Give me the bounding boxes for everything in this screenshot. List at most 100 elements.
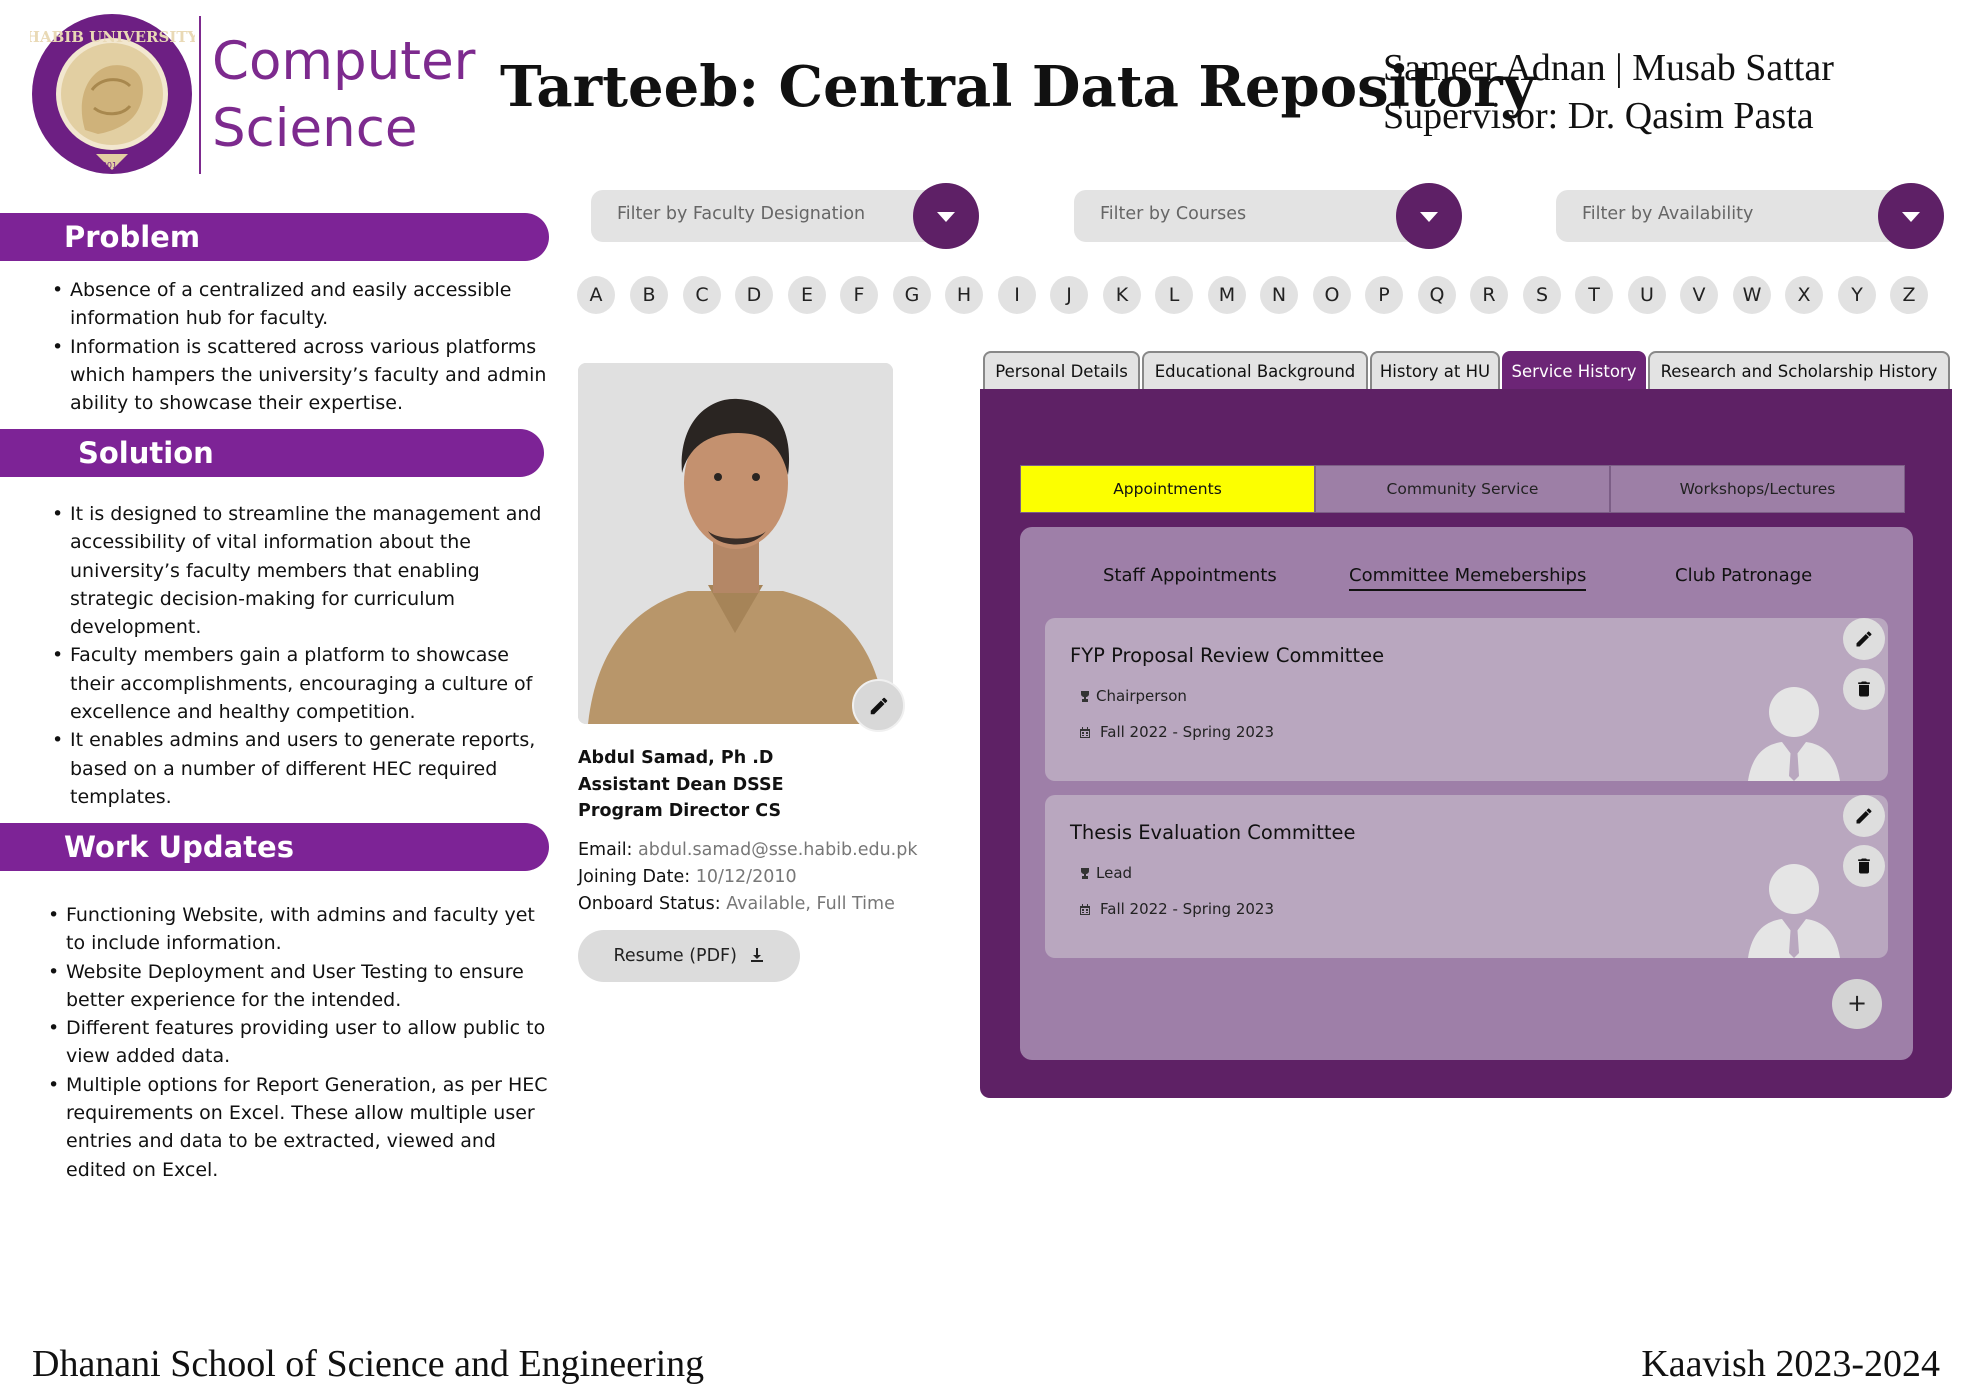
add-committee-button[interactable]: + [1832, 979, 1882, 1029]
delete-button[interactable] [1843, 668, 1885, 710]
work-updates-title: Work Updates [64, 830, 294, 864]
joining-date-value: 10/12/2010 [695, 867, 797, 887]
joining-date-label: Joining Date: [578, 867, 696, 887]
list-item: Different features providing user to all… [48, 1014, 548, 1071]
problem-list: Absence of a centralized and easily acce… [52, 276, 552, 417]
list-item: Absence of a centralized and easily acce… [52, 276, 552, 333]
letter-button-i[interactable]: I [998, 276, 1036, 314]
pencil-icon [1856, 808, 1872, 824]
letter-button-f[interactable]: F [840, 276, 878, 314]
letter-button-w[interactable]: W [1733, 276, 1771, 314]
tab-personal-details[interactable]: Personal Details [983, 351, 1140, 391]
committee-title: FYP Proposal Review Committee [1070, 644, 1385, 667]
onboard-status-value: Available, Full Time [726, 894, 895, 914]
trash-icon [1858, 681, 1870, 697]
letter-button-o[interactable]: O [1313, 276, 1351, 314]
letter-button-h[interactable]: H [945, 276, 983, 314]
tab-research-scholarship[interactable]: Research and Scholarship History [1648, 351, 1950, 391]
letter-button-a[interactable]: A [577, 276, 615, 314]
chevron-down-icon[interactable] [1878, 183, 1944, 249]
department-line-2: Science [212, 98, 418, 159]
list-item: It enables admins and users to generate … [52, 726, 552, 811]
download-icon [750, 948, 763, 962]
pencil-icon [1856, 631, 1872, 647]
footer-school: Dhanani School of Science and Engineerin… [32, 1343, 705, 1385]
tab-staff-appointments[interactable]: Staff Appointments [1103, 565, 1277, 586]
tab-service-history[interactable]: Service History [1502, 351, 1646, 391]
list-item: Faculty members gain a platform to showc… [52, 641, 552, 726]
letter-button-u[interactable]: U [1628, 276, 1666, 314]
email-value[interactable]: abdul.samad@sse.habib.edu.pk [638, 840, 917, 860]
user-avatar-icon [1748, 687, 1840, 781]
tab-committee-memberships[interactable]: Committee Memeberships [1349, 565, 1587, 591]
letter-button-v[interactable]: V [1680, 276, 1718, 314]
letter-button-z[interactable]: Z [1890, 276, 1928, 314]
problem-title: Problem [64, 220, 201, 254]
work-updates-list: Functioning Website, with admins and fac… [48, 901, 548, 1184]
filter-availability[interactable]: Filter by Availability [1556, 183, 1944, 249]
committee-role: Chairperson [1080, 687, 1187, 705]
letter-button-q[interactable]: Q [1418, 276, 1456, 314]
poster-title: Tarteeb: Central Data Repository [500, 54, 1536, 120]
letter-button-g[interactable]: G [893, 276, 931, 314]
chevron-down-icon[interactable] [913, 183, 979, 249]
letter-button-m[interactable]: M [1208, 276, 1246, 314]
letter-button-y[interactable]: Y [1838, 276, 1876, 314]
email-label: Email: [578, 840, 639, 860]
committee-period: Fall 2022 - Spring 2023 [1080, 900, 1274, 918]
appointments-panel [1020, 527, 1913, 1060]
letter-button-l[interactable]: L [1155, 276, 1193, 314]
committee-period: Fall 2022 - Spring 2023 [1080, 723, 1274, 741]
filter-faculty-designation[interactable]: Filter by Faculty Designation [591, 183, 979, 249]
faculty-name: Abdul Samad, Ph .D [578, 748, 774, 768]
footer-event: Kaavish 2023-2024 [1641, 1343, 1940, 1385]
letter-button-s[interactable]: S [1523, 276, 1561, 314]
letter-button-p[interactable]: P [1365, 276, 1403, 314]
onboard-status-row: Onboard Status: Available, Full Time [578, 894, 895, 914]
department-line-1: Computer [212, 31, 476, 92]
calendar-icon [1080, 727, 1090, 738]
email-row: Email: abdul.samad@sse.habib.edu.pk [578, 840, 918, 860]
letter-button-n[interactable]: N [1260, 276, 1298, 314]
supervisor: Supervisor: Dr. Qasim Pasta [1383, 95, 1814, 137]
subtab-appointments[interactable]: Appointments [1020, 465, 1315, 513]
tab-educational-background[interactable]: Educational Background [1142, 351, 1368, 391]
faculty-role-1: Assistant Dean DSSE [578, 775, 784, 795]
letter-button-e[interactable]: E [788, 276, 826, 314]
edit-button[interactable] [1843, 618, 1885, 660]
chevron-down-icon[interactable] [1396, 183, 1462, 249]
logo-divider [199, 16, 201, 174]
letter-button-c[interactable]: C [683, 276, 721, 314]
calendar-icon [1080, 904, 1090, 915]
subtab-community-service[interactable]: Community Service [1315, 465, 1610, 513]
letter-button-x[interactable]: X [1785, 276, 1823, 314]
edit-photo-button[interactable] [852, 679, 905, 732]
authors: Sameer Adnan | Musab Sattar [1383, 47, 1834, 89]
joining-date-row: Joining Date: 10/12/2010 [578, 867, 797, 887]
subtab-workshops-lectures[interactable]: Workshops/Lectures [1610, 465, 1905, 513]
committee-period-text: Fall 2022 - Spring 2023 [1100, 723, 1275, 741]
trash-icon [1858, 858, 1870, 874]
committee-period-text: Fall 2022 - Spring 2023 [1100, 900, 1275, 918]
filter-courses[interactable]: Filter by Courses [1074, 183, 1462, 249]
letter-button-d[interactable]: D [735, 276, 773, 314]
list-item: Website Deployment and User Testing to e… [48, 958, 548, 1015]
letter-button-r[interactable]: R [1470, 276, 1508, 314]
problem-heading: Problem [0, 213, 549, 261]
resume-label: Resume (PDF) [613, 946, 737, 966]
list-item: It is designed to streamline the managem… [52, 500, 552, 641]
solution-heading: Solution [0, 429, 544, 477]
edit-button[interactable] [1843, 795, 1885, 837]
letter-button-j[interactable]: J [1050, 276, 1088, 314]
trophy-icon [1081, 868, 1089, 879]
work-updates-heading: Work Updates [0, 823, 549, 871]
resume-download-button[interactable]: Resume (PDF) [578, 930, 800, 982]
tab-club-patronage[interactable]: Club Patronage [1675, 565, 1812, 586]
letter-button-b[interactable]: B [630, 276, 668, 314]
delete-button[interactable] [1843, 845, 1885, 887]
department-name: Computer Science [212, 28, 475, 162]
tab-history-at-hu[interactable]: History at HU [1370, 351, 1500, 391]
user-avatar-icon [1748, 864, 1840, 958]
letter-button-k[interactable]: K [1103, 276, 1141, 314]
letter-button-t[interactable]: T [1575, 276, 1613, 314]
